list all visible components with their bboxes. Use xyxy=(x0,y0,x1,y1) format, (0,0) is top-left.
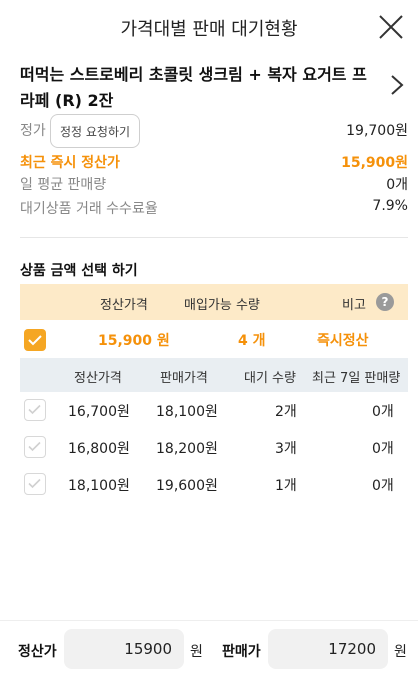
close-icon[interactable] xyxy=(378,14,404,40)
wait-qty-header: 대기 수량 xyxy=(244,371,296,386)
instant-table-header: 정산가격 매입가능 수량 비고 ? xyxy=(20,284,408,320)
wait-settle-header: 정산가격 xyxy=(74,371,122,386)
wait-sale-header: 판매가격 xyxy=(160,371,208,386)
note-header: 비고 xyxy=(342,298,366,313)
list-price-label: 정가 xyxy=(20,123,46,139)
settle-price-unit: 원 xyxy=(190,644,203,660)
list-price-value: 19,700원 xyxy=(346,123,408,139)
table-row[interactable]: 18,100원 19,600원 1개 0개 xyxy=(20,466,408,502)
row-sale-price: 18,100원 xyxy=(156,404,218,420)
row-settle-price: 18,100원 xyxy=(68,478,130,494)
select-section-title: 상품 금액 선택 하기 xyxy=(20,263,138,279)
instant-price: 15,900 원 xyxy=(98,333,170,349)
daily-avg-value: 0개 xyxy=(386,177,408,193)
instant-note: 즉시정산 xyxy=(317,333,369,349)
wait-table-header: 정산가격 판매가격 대기 수량 최근 7일 판매량 xyxy=(20,358,408,392)
help-icon[interactable]: ? xyxy=(376,293,394,311)
row-sale-price: 18,200원 xyxy=(156,441,218,457)
recent-settle-value: 15,900원 xyxy=(341,155,408,171)
wait-7day-header: 최근 7일 판매량 xyxy=(312,371,401,386)
row-settle-price: 16,800원 xyxy=(68,441,130,457)
check-icon xyxy=(28,478,41,489)
check-icon xyxy=(28,441,41,452)
row-checkbox[interactable] xyxy=(24,399,46,421)
fee-row: 대기상품 거래 수수료율 7.9% xyxy=(20,196,408,218)
row-sale-price: 19,600원 xyxy=(156,478,218,494)
row-settle-price: 16,700원 xyxy=(68,404,130,420)
instant-settle-checkbox[interactable] xyxy=(24,329,46,351)
instant-settle-row[interactable]: 15,900 원 4 개 즉시정산 xyxy=(20,324,408,356)
row-7day-sales: 0개 xyxy=(372,478,394,494)
fee-value: 7.9% xyxy=(372,198,408,214)
divider xyxy=(20,237,408,238)
daily-avg-label: 일 평균 판매량 xyxy=(20,177,107,193)
correction-request-button[interactable]: 정정 요청하기 xyxy=(50,114,140,148)
product-title: 떠먹는 스트로베리 초콜릿 생크림 + 복자 요거트 프라페 (R) 2잔 xyxy=(20,65,367,110)
row-7day-sales: 0개 xyxy=(372,441,394,457)
fee-label: 대기상품 거래 수수료율 xyxy=(20,201,158,217)
row-checkbox[interactable] xyxy=(24,473,46,495)
daily-avg-row: 일 평균 판매량 0개 xyxy=(20,172,408,194)
row-7day-sales: 0개 xyxy=(372,404,394,420)
instant-qty: 4 개 xyxy=(238,333,266,349)
sale-price-label: 판매가 xyxy=(222,644,261,660)
bottom-price-bar: 정산가 원 판매가 원 xyxy=(0,620,418,682)
row-wait-qty: 3개 xyxy=(275,441,297,457)
check-icon xyxy=(28,335,42,346)
settle-price-header: 정산가격 xyxy=(100,298,148,313)
table-row[interactable]: 16,700원 18,100원 2개 0개 xyxy=(20,392,408,428)
header: 가격대별 판매 대기현황 xyxy=(0,0,418,56)
check-icon xyxy=(28,404,41,415)
row-checkbox[interactable] xyxy=(24,436,46,458)
row-wait-qty: 1개 xyxy=(275,478,297,494)
recent-settle-label: 최근 즉시 정산가 xyxy=(20,155,120,171)
settle-price-label: 정산가 xyxy=(18,644,57,660)
table-row[interactable]: 16,800원 18,200원 3개 0개 xyxy=(20,429,408,465)
buy-qty-header: 매입가능 수량 xyxy=(184,298,260,313)
sale-price-input[interactable] xyxy=(268,629,388,669)
row-wait-qty: 2개 xyxy=(275,404,297,420)
page-title: 가격대별 판매 대기현황 xyxy=(120,19,298,40)
chevron-right-icon[interactable] xyxy=(388,74,406,96)
recent-settle-row: 최근 즉시 정산가 15,900원 xyxy=(20,150,408,172)
settle-price-input[interactable] xyxy=(64,629,184,669)
sale-price-unit: 원 xyxy=(394,644,407,660)
